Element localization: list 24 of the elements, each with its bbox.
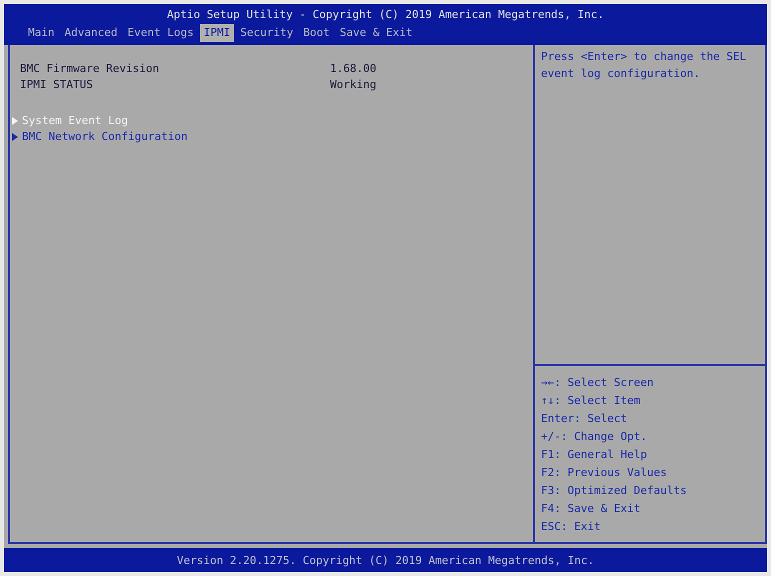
menu-tab[interactable]: Event Logs	[123, 24, 198, 42]
menu-tab[interactable]: Boot	[299, 24, 334, 42]
key-hint: +/-: Change Opt.	[541, 429, 647, 445]
key-hint: F2: Previous Values	[541, 465, 667, 481]
menu-tab[interactable]: Main	[24, 24, 58, 42]
menu-tab[interactable]: Security	[236, 24, 298, 42]
setting-value: Working	[330, 77, 376, 93]
help-text: Press <Enter> to change the SEL event log configuration.	[540, 49, 748, 82]
key-hint: →←: Select Screen	[541, 375, 654, 391]
key-hint: ESC: Exit	[541, 519, 601, 535]
submenu-item[interactable]: BMC Network Configuration	[12, 129, 188, 145]
key-hint: F1: General Help	[541, 447, 647, 463]
menu-tab[interactable]: Advanced	[60, 24, 122, 42]
menu-tab[interactable]: IPMI	[200, 24, 234, 42]
setting-label: IPMI STATUS	[20, 77, 94, 93]
key-hint: F4: Save & Exit	[541, 501, 640, 517]
window-title: Aptio Setup Utility - Copyright (C) 2019 American Megatrends, Inc.	[166, 7, 604, 23]
key-hint: ↑↓: Select Item	[541, 393, 640, 409]
key-hint: Enter: Select	[541, 411, 628, 427]
setting-label: BMC Firmware Revision	[20, 61, 160, 77]
version-text: Version 2.20.1275. Copyright (C) 2019 American Megatrends, Inc.	[176, 554, 594, 566]
menu-tab[interactable]: Save & Exit	[336, 24, 417, 42]
key-hint: F3: Optimized Defaults	[541, 483, 687, 499]
setting-value: 1.68.00	[330, 61, 376, 77]
